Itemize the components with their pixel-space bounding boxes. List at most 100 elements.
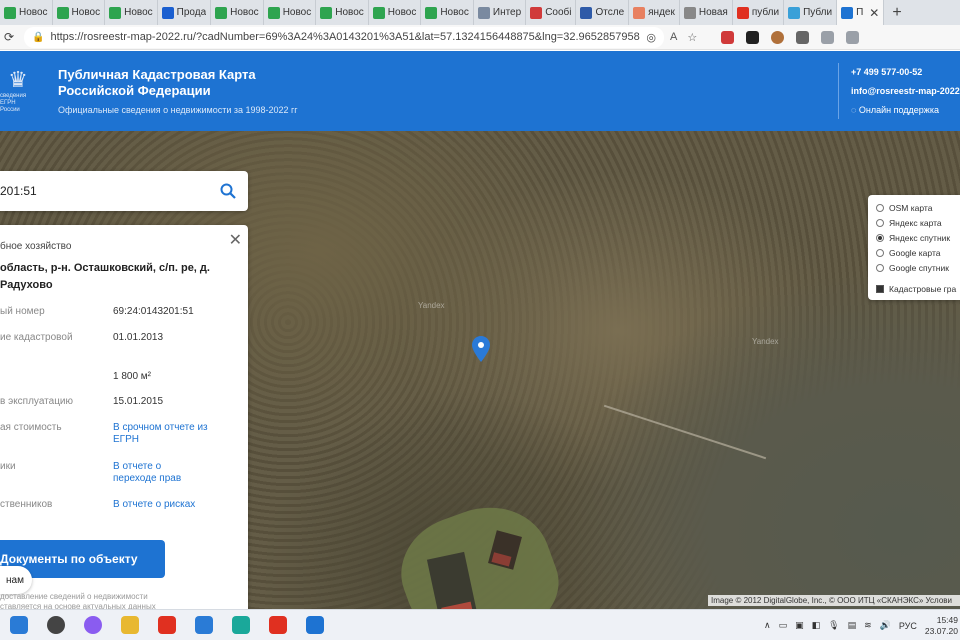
taskbar-search-icon[interactable]	[37, 610, 74, 640]
browser-tab[interactable]: П ✕	[837, 0, 885, 25]
browser-tab[interactable]: Публи	[784, 0, 838, 25]
language-indicator[interactable]: РУС	[899, 621, 917, 631]
location-icon[interactable]: ◎	[646, 31, 656, 44]
info-label: ая стоимость	[0, 422, 62, 433]
address-bar: ⟳ 🔒 https://rosreestr-map-2022.ru/?cadNu…	[0, 25, 960, 50]
taskbar-explorer-icon[interactable]	[111, 610, 148, 640]
wifi-icon[interactable]: ≋	[864, 620, 872, 631]
cadastral-label: Кадастровые гра	[889, 283, 957, 294]
site-subtitle: Официальные сведения о недвижимости за 1…	[58, 105, 298, 115]
tab-favicon-icon	[4, 6, 16, 19]
layer-option[interactable]: Яндекс карта	[876, 215, 960, 230]
url-field[interactable]: 🔒 https://rosreestr-map-2022.ru/?cadNumb…	[24, 26, 664, 48]
browser-tab[interactable]: Интер	[474, 0, 527, 25]
emblem-text: сведения ЕГРН России	[0, 93, 27, 113]
map-copyright[interactable]: Image © 2012 DigitalGlobe, Inc., © ООО И…	[708, 595, 960, 606]
extension-avatar-icon[interactable]	[771, 30, 785, 44]
contacts: +7 499 577-00-52 info@rosreestr-map-2022…	[838, 63, 960, 119]
browser-tab[interactable]: Отсле	[576, 0, 630, 25]
browser-tab[interactable]: Новос	[421, 0, 474, 25]
tab-favicon-icon	[56, 6, 69, 19]
browser-tab[interactable]: Новос	[53, 0, 106, 25]
tab-favicon-icon	[320, 6, 333, 19]
layer-selector: OSM карта Яндекс карта Яндекс спутник Go…	[868, 195, 960, 300]
read-aloud-icon[interactable]: A	[670, 31, 677, 44]
layer-option[interactable]: Google спутник	[876, 260, 960, 275]
browser-tab[interactable]: яндек	[629, 0, 680, 25]
taskbar-alice-icon[interactable]	[74, 610, 111, 640]
taskbar-tasks-icon[interactable]	[185, 610, 222, 640]
layer-option[interactable]: OSM карта	[876, 200, 960, 215]
url-text: https://rosreestr-map-2022.ru/?cadNumber…	[50, 31, 641, 43]
phone-link[interactable]: +7 499 577-00-52	[851, 63, 960, 82]
browser-tab[interactable]: Новос	[105, 0, 158, 25]
tray-app-icon[interactable]: ◧	[812, 620, 821, 631]
info-value: 01.01.2013	[113, 332, 164, 343]
search-icon[interactable]	[208, 183, 248, 199]
tray-app-icon[interactable]: ▭	[779, 620, 788, 631]
taskbar-windows-start-icon[interactable]	[0, 610, 37, 640]
chevron-up-icon[interactable]: ∧	[764, 620, 771, 631]
info-link-urgent-report[interactable]: В срочном отчете из ЕГРН	[113, 422, 208, 446]
new-tab-button[interactable]: +	[884, 4, 909, 22]
radio-selected-icon	[876, 233, 884, 242]
tab-title: Публи	[803, 7, 833, 18]
info-label: ый номер	[0, 306, 45, 317]
extension-k-icon[interactable]	[746, 30, 760, 44]
layer-label: Google карта	[889, 247, 941, 258]
email-link[interactable]: info@rosreestr-map-2022	[851, 82, 960, 101]
system-tray: ∧ ▭ ▣ ◧ 🎙 ▤ ≋ 🔊 РУС 15:49 23.07.20	[764, 610, 960, 640]
taskbar-yandex-browser-icon[interactable]	[148, 610, 185, 640]
browser-tab[interactable]: Новос	[369, 0, 422, 25]
browser-tab[interactable]: Сообі	[526, 0, 577, 25]
clock[interactable]: 15:49 23.07.20	[925, 615, 958, 637]
site-title[interactable]: Публичная Кадастровая Карта Российской Ф…	[58, 67, 278, 99]
info-label: в эксплуатацию	[0, 396, 74, 407]
info-link-risks[interactable]: В отчете о рисках	[113, 499, 195, 511]
browser-tab[interactable]: Новос	[264, 0, 317, 25]
browser-tab[interactable]: Новос	[316, 0, 369, 25]
extension-puzzle-icon[interactable]	[821, 30, 835, 44]
tab-title: П	[856, 7, 864, 18]
extension-red-icon[interactable]	[721, 30, 735, 44]
layer-option[interactable]: Google карта	[876, 245, 960, 260]
map-watermark: Yandex	[752, 337, 779, 346]
layer-option[interactable]: Яндекс спутник	[876, 230, 960, 245]
tab-favicon-icon	[161, 6, 174, 19]
taskbar-edge-icon[interactable]	[222, 610, 259, 640]
location-marker-icon[interactable]	[472, 336, 490, 362]
extension-e-icon[interactable]	[796, 30, 810, 44]
browser-tab[interactable]: Новос	[211, 0, 264, 25]
close-icon[interactable]: ✕	[229, 230, 242, 250]
browser-tab[interactable]: Новос	[0, 0, 53, 25]
search-box[interactable]: 201:51	[0, 171, 248, 211]
support-link[interactable]: ◌ Онлайн поддержка	[851, 101, 960, 120]
tab-favicon-icon	[372, 6, 385, 19]
search-input[interactable]: 201:51	[0, 184, 208, 198]
taskbar-mail-icon[interactable]	[296, 610, 333, 640]
chat-button[interactable]: нам	[0, 566, 32, 594]
volume-icon[interactable]: 🔊	[880, 620, 891, 631]
browser-tab[interactable]: Новая	[680, 0, 733, 25]
tray-app-icon[interactable]: ▣	[795, 620, 804, 631]
close-tab-icon[interactable]: ✕	[869, 6, 879, 20]
layer-label: Яндекс карта	[889, 217, 942, 228]
radio-icon	[876, 263, 884, 272]
microphone-icon[interactable]: 🎙	[828, 620, 839, 631]
tab-favicon-icon	[841, 6, 854, 19]
info-link-rights-transfer[interactable]: В отчете о переходе прав	[113, 461, 203, 485]
tray-app-icon[interactable]: ▤	[848, 620, 857, 631]
tab-title: Новос	[282, 7, 312, 18]
cadastral-toggle[interactable]: Кадастровые гра	[876, 281, 960, 296]
tab-title: Новос	[230, 7, 259, 18]
eagle-icon: ♛	[8, 67, 28, 92]
browser-tab[interactable]: Прода	[158, 0, 212, 25]
object-category: бное хозяйство	[0, 241, 72, 252]
favorites-bar-icon[interactable]	[846, 30, 860, 44]
browser-tab[interactable]: публи	[733, 0, 785, 25]
favorite-icon[interactable]: ☆	[687, 31, 697, 44]
taskbar-yandex-icon[interactable]	[259, 610, 296, 640]
reload-icon[interactable]: ⟳	[0, 30, 18, 44]
radio-icon	[876, 203, 884, 212]
tab-favicon-icon	[477, 6, 490, 19]
